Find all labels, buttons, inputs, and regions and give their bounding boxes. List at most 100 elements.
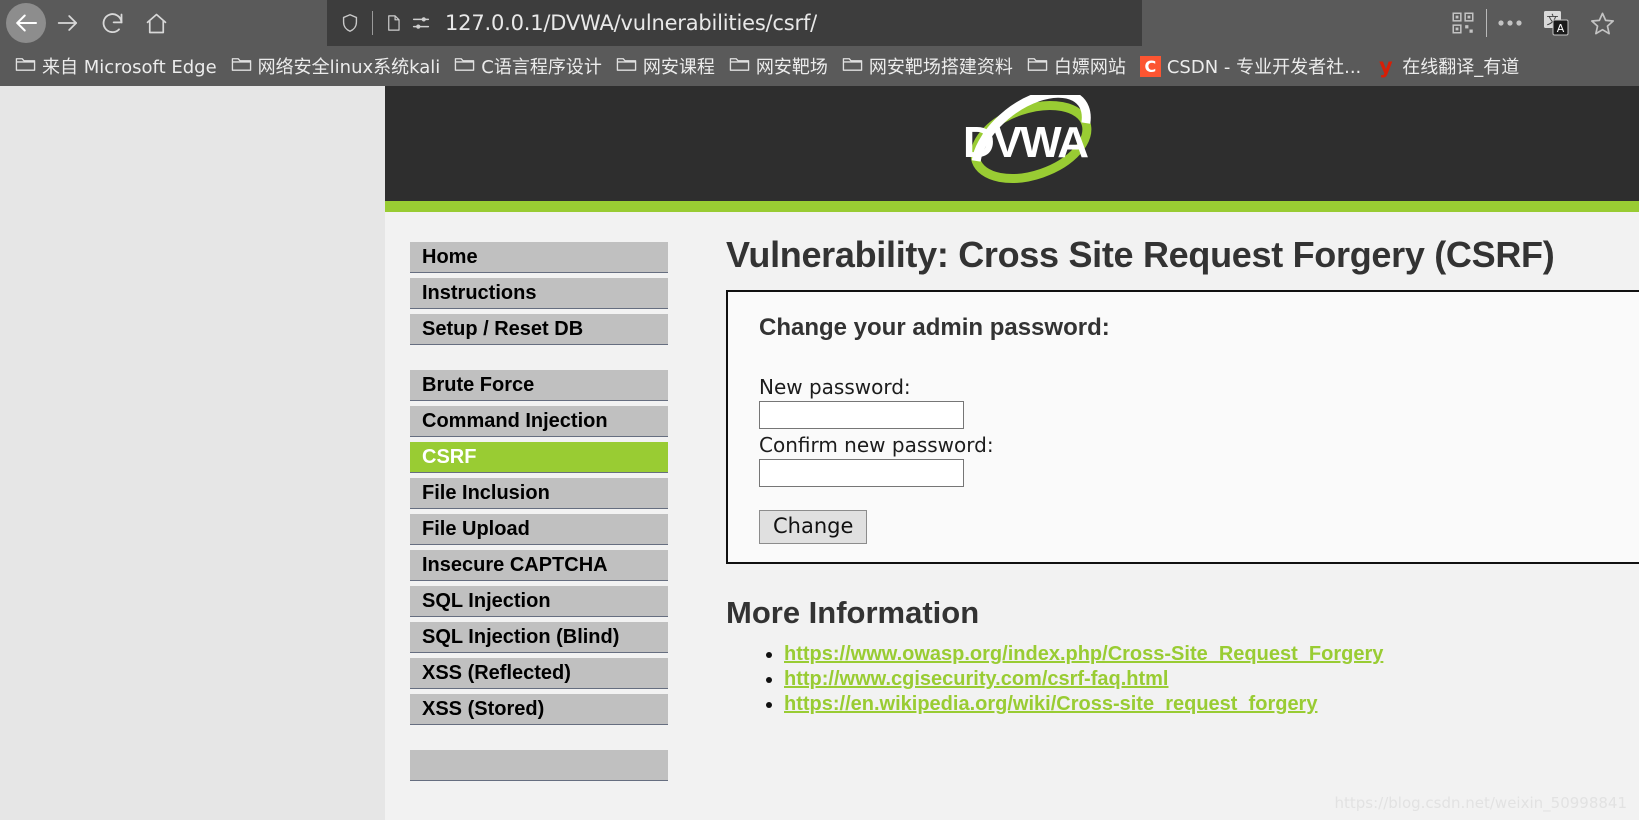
folder-icon — [1027, 55, 1048, 78]
sidebar-item-label: File Upload — [422, 518, 530, 540]
more-information-list: https://www.owasp.org/index.php/Cross-Si… — [726, 643, 1639, 716]
bookmark-label: 网安课程 — [642, 57, 715, 78]
svg-text:DVWA: DVWA — [963, 118, 1088, 167]
bookmark-label: 网安靶场搭建资料 — [868, 57, 1013, 78]
bookmark-item[interactable]: 网安靶场搭建资料 — [835, 50, 1020, 82]
dvwa-page: DVWA Home Instructions Setup / Reset DB — [385, 86, 1639, 820]
sidebar-item-label: Insecure CAPTCHA — [422, 554, 608, 576]
page-viewport: DVWA Home Instructions Setup / Reset DB — [0, 86, 1639, 820]
sidebar-group-general: Home Instructions Setup / Reset DB — [410, 242, 668, 345]
sidebar-item-label: XSS (Reflected) — [422, 662, 571, 684]
sidebar-item-command-injection[interactable]: Command Injection — [410, 406, 668, 437]
main-content: Vulnerability: Cross Site Request Forger… — [668, 212, 1639, 718]
bookmark-item[interactable]: C CSDN - 专业开发者社... — [1133, 50, 1368, 82]
new-password-label: New password: — [759, 375, 911, 399]
bookmark-label: 白嫖网站 — [1053, 57, 1126, 78]
forward-button[interactable] — [46, 1, 90, 45]
list-item: https://www.owasp.org/index.php/Cross-Si… — [784, 643, 1639, 666]
bookmarks-bar: 来自 Microsoft Edge 网络安全linux系统kali C语言程序设… — [0, 46, 1639, 86]
watermark: https://blog.csdn.net/weixin_50998841 — [1334, 794, 1627, 812]
sidebar-item-label: SQL Injection — [422, 590, 551, 612]
reload-button[interactable] — [90, 1, 134, 45]
sidebar-item-label: File Inclusion — [422, 482, 550, 504]
toolbar-right-group: 文 A — [1440, 0, 1639, 46]
permissions-icon[interactable] — [410, 12, 432, 34]
bookmark-item[interactable]: 来自 Microsoft Edge — [8, 50, 224, 82]
sidebar-group-vulnerabilities: Brute Force Command Injection CSRF File … — [410, 370, 668, 725]
site-header: DVWA — [385, 86, 1639, 201]
sidebar-item-sql-injection[interactable]: SQL Injection — [410, 586, 668, 617]
sidebar-item-csrf[interactable]: CSRF — [410, 442, 668, 473]
more-ellipsis-icon[interactable] — [1487, 0, 1533, 46]
sidebar-item-sql-injection-blind[interactable]: SQL Injection (Blind) — [410, 622, 668, 653]
dvwa-logo: DVWA — [963, 95, 1092, 183]
sidebar-item-instructions[interactable]: Instructions — [410, 278, 668, 309]
confirm-password-input[interactable] — [759, 459, 964, 487]
folder-icon — [616, 55, 637, 78]
sidebar-item-file-upload[interactable]: File Upload — [410, 514, 668, 545]
bookmark-item[interactable]: C语言程序设计 — [447, 50, 609, 82]
csdn-favicon: C — [1139, 55, 1161, 77]
folder-icon — [454, 55, 475, 78]
change-password-button[interactable]: Change — [759, 510, 868, 544]
sidebar-item-label: Command Injection — [422, 410, 608, 432]
url-divider — [372, 11, 373, 35]
more-info-link[interactable]: https://www.owasp.org/index.php/Cross-Si… — [784, 643, 1383, 665]
sidebar-item-xss-stored[interactable]: XSS (Stored) — [410, 694, 668, 725]
bookmark-label: C语言程序设计 — [481, 57, 602, 78]
new-password-input[interactable] — [759, 401, 964, 429]
bookmark-item[interactable]: 网络安全linux系统kali — [224, 50, 448, 82]
accent-bar — [385, 201, 1639, 212]
more-info-link[interactable]: http://www.cgisecurity.com/csrf-faq.html — [784, 668, 1169, 690]
back-button[interactable] — [6, 3, 46, 43]
sidebar-item-setup-reset-db[interactable]: Setup / Reset DB — [410, 314, 668, 345]
confirm-password-label: Confirm new password: — [759, 433, 994, 457]
svg-text:A: A — [1557, 22, 1565, 35]
sidebar-item-label: SQL Injection (Blind) — [422, 626, 620, 648]
more-information-heading: More Information — [726, 595, 980, 630]
more-info-link[interactable]: https://en.wikipedia.org/wiki/Cross-site… — [784, 693, 1317, 715]
bookmark-label: CSDN - 专业开发者社... — [1166, 57, 1362, 78]
folder-icon — [231, 55, 252, 78]
vulnerability-panel: Change your admin password: New password… — [726, 290, 1639, 564]
folder-icon — [729, 55, 750, 78]
sidebar-menu: Home Instructions Setup / Reset DB Brute… — [385, 212, 668, 806]
folder-icon — [842, 55, 863, 78]
form-heading: Change your admin password: — [759, 314, 1110, 341]
sidebar-item-label: Home — [422, 246, 478, 268]
sidebar-item-brute-force[interactable]: Brute Force — [410, 370, 668, 401]
sidebar-item-home[interactable]: Home — [410, 242, 668, 273]
sidebar-item-label: XSS (Stored) — [422, 698, 545, 720]
star-bookmark-icon[interactable] — [1579, 0, 1625, 46]
sidebar-item-partial[interactable] — [410, 750, 668, 781]
sidebar-item-insecure-captcha[interactable]: Insecure CAPTCHA — [410, 550, 668, 581]
youdao-favicon: y — [1378, 54, 1393, 78]
bookmark-item[interactable]: 网安课程 — [609, 50, 722, 82]
browser-chrome: 127.0.0.1/DVWA/vulnerabilities/csrf/ 文 A… — [0, 0, 1639, 86]
sidebar-item-label: Instructions — [422, 282, 537, 304]
sidebar-group-partial — [410, 750, 668, 781]
translate-icon[interactable]: 文 A — [1533, 0, 1579, 46]
url-bar[interactable]: 127.0.0.1/DVWA/vulnerabilities/csrf/ — [327, 0, 1142, 46]
bookmark-item[interactable]: 网安靶场 — [722, 50, 835, 82]
page-icon[interactable] — [384, 11, 403, 35]
qr-code-icon[interactable] — [1440, 0, 1486, 46]
url-text[interactable]: 127.0.0.1/DVWA/vulnerabilities/csrf/ — [445, 11, 817, 35]
bookmark-label: 网安靶场 — [755, 57, 828, 78]
browser-toolbar: 127.0.0.1/DVWA/vulnerabilities/csrf/ 文 A — [0, 0, 1639, 46]
bookmark-item[interactable]: y 在线翻译_有道 — [1368, 50, 1526, 82]
bookmark-item[interactable]: 白嫖网站 — [1020, 50, 1133, 82]
bookmark-label: 来自 Microsoft Edge — [42, 57, 217, 78]
sidebar-item-xss-reflected[interactable]: XSS (Reflected) — [410, 658, 668, 689]
shield-icon — [339, 11, 361, 35]
sidebar-item-label: Brute Force — [422, 374, 535, 396]
list-item: https://en.wikipedia.org/wiki/Cross-site… — [784, 693, 1639, 716]
sidebar-item-label: Setup / Reset DB — [422, 318, 584, 340]
bookmark-label: 在线翻译_有道 — [1402, 57, 1520, 78]
folder-icon — [15, 55, 36, 78]
sidebar-item-file-inclusion[interactable]: File Inclusion — [410, 478, 668, 509]
sidebar-item-label: CSRF — [422, 446, 477, 468]
bookmark-label: 网络安全linux系统kali — [257, 57, 441, 78]
page-title: Vulnerability: Cross Site Request Forger… — [726, 234, 1555, 275]
home-button[interactable] — [134, 1, 178, 45]
